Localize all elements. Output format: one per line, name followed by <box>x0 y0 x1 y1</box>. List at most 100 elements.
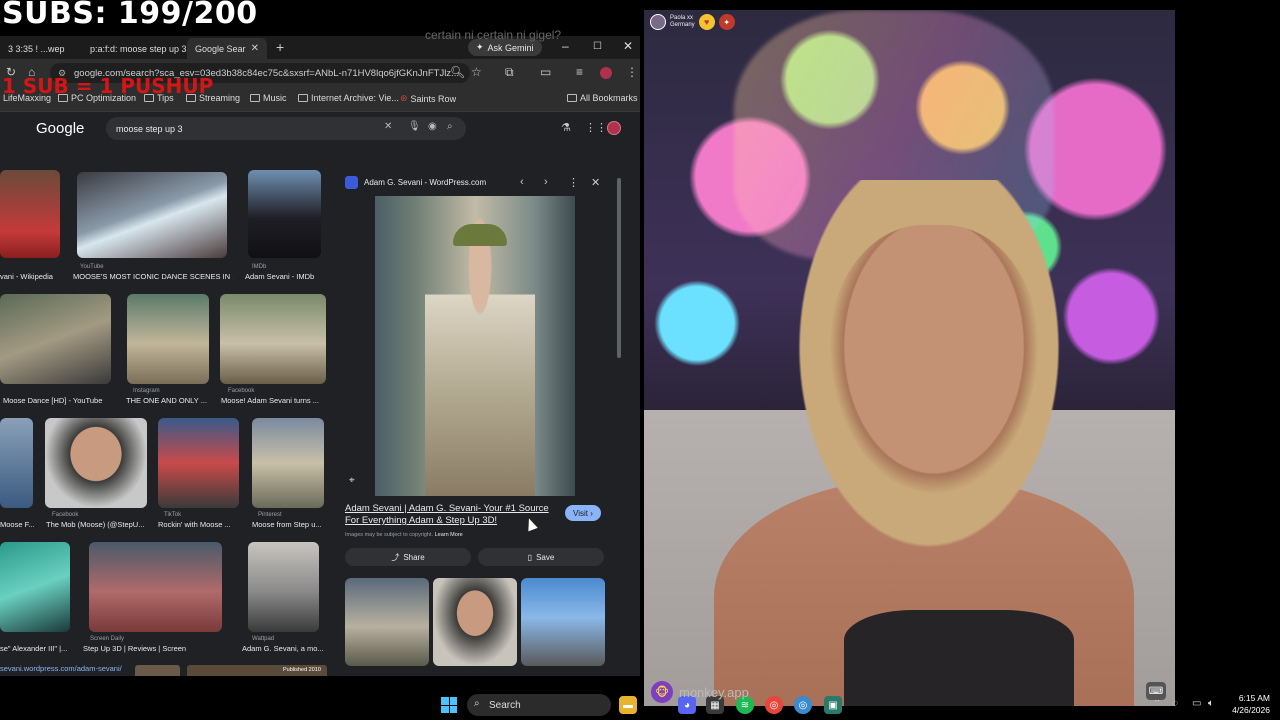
result-thumb-1[interactable] <box>0 170 60 258</box>
bookmark-label: All Bookmarks <box>580 93 638 103</box>
taskbar-search[interactable]: ⌕ Search <box>467 694 611 716</box>
scrollbar[interactable] <box>617 178 621 358</box>
result-thumb-10[interactable] <box>252 418 324 508</box>
result-title-1[interactable]: vani - Wikipedia <box>0 272 65 281</box>
close-window-icon[interactable]: ✕ <box>623 39 633 53</box>
result-title-11[interactable]: se" Alexander III" |... <box>0 644 75 653</box>
result-thumb-4[interactable] <box>0 294 111 384</box>
learn-more-link[interactable]: Learn More <box>435 532 463 538</box>
prev-icon[interactable]: ‹ <box>520 176 524 188</box>
windows-start-icon[interactable] <box>441 697 457 713</box>
next-icon[interactable]: › <box>544 176 548 188</box>
tab-3-active[interactable]: Google Sear ✕ <box>187 38 267 59</box>
result-thumb-2[interactable] <box>77 172 227 258</box>
result-title-3[interactable]: Adam Sevani - IMDb <box>245 272 325 281</box>
result-title-13[interactable]: Adam G. Sevani, a mo... <box>242 644 324 653</box>
folder-icon <box>250 94 260 102</box>
save-button[interactable]: ▯ Save <box>478 548 604 566</box>
chat-icon[interactable]: ⌨ <box>1146 682 1166 700</box>
bookmark-music[interactable]: Music <box>250 93 287 103</box>
google-search-input[interactable]: moose step up 3 ✕ 🎙︎ ◉ ⌕ <box>106 117 466 140</box>
share-label: Share <box>403 552 425 562</box>
related-thumb-3[interactable] <box>521 578 605 666</box>
bookmark-saints-row[interactable]: ⊛ Saints Row <box>400 93 456 104</box>
saints-row-icon: ⊛ <box>400 93 408 103</box>
save-label: Save <box>536 552 555 562</box>
result-thumb-11[interactable] <box>0 542 70 632</box>
labs-icon[interactable]: ⚗ <box>561 121 571 134</box>
bookmark-internet-archive[interactable]: Internet Archive: Vie... <box>298 93 399 103</box>
close-tab-icon[interactable]: ✕ <box>251 43 259 54</box>
result-title-2[interactable]: MOOSE'S MOST ICONIC DANCE SCENES IN ... <box>73 272 233 281</box>
result-title-12[interactable]: Step Up 3D | Reviews | Screen <box>83 644 223 653</box>
preview-image[interactable] <box>375 196 575 496</box>
result-title-8[interactable]: The Mob (Moose) (@StepU... <box>46 520 148 529</box>
tab-label: Google Sear <box>195 43 246 54</box>
extensions-icon[interactable]: ⧉ <box>505 65 514 80</box>
profile-avatar-icon[interactable] <box>600 67 612 79</box>
remote-user-chip[interactable]: Paola xx Germany ♥ ✦ <box>650 14 735 30</box>
volume-icon[interactable]: 🔈︎ <box>1208 698 1214 709</box>
result-thumb-8[interactable] <box>45 418 147 508</box>
menu-icon[interactable]: ⋮ <box>626 65 638 79</box>
close-preview-icon[interactable]: ✕ <box>591 176 600 189</box>
result-thumb-14[interactable] <box>135 665 180 676</box>
user-country: Germany <box>670 22 695 28</box>
result-thumb-9[interactable] <box>158 418 239 508</box>
tab-1[interactable]: 3 3:35 ! ...wep <box>0 38 80 59</box>
minimize-icon[interactable]: – <box>562 39 569 53</box>
chrome-profile-icon[interactable]: ◎ <box>794 696 812 714</box>
result-title-7[interactable]: Moose F... <box>0 520 36 529</box>
badge-icon[interactable]: ✦ <box>718 14 735 30</box>
footer-url[interactable]: sevani.wordpress.com/adam-sevani/ <box>0 664 135 673</box>
tray-app-icon[interactable]: ◌ <box>1172 698 1178 709</box>
new-tab-icon[interactable]: + <box>276 39 284 55</box>
reading-list-icon[interactable]: ≡ <box>576 65 583 79</box>
bookmark-star-icon[interactable]: ☆ <box>471 65 482 79</box>
lens-icon[interactable]: ⌖ <box>349 475 355 486</box>
screen: SUBS: 199/200 certain ni certain ni gige… <box>0 0 1280 720</box>
apps-grid-icon[interactable]: ⋮⋮ <box>585 121 607 134</box>
all-bookmarks[interactable]: All Bookmarks <box>567 93 638 103</box>
camera-icon[interactable]: ◉ <box>428 121 437 132</box>
preview-site[interactable]: Adam G. Sevani - WordPress.com <box>364 178 486 187</box>
gemini-icon: ✦ <box>476 42 484 52</box>
chrome-icon[interactable]: ◎ <box>765 696 783 714</box>
share-button[interactable]: ⤴ Share <box>345 548 471 566</box>
result-thumb-7[interactable] <box>0 418 33 508</box>
result-title-9[interactable]: Rockin' with Moose ... <box>158 520 240 529</box>
system-clock[interactable]: 6:15 AM 4/26/2026 <box>1226 692 1270 716</box>
preview-header: Adam G. Sevani - WordPress.com <box>345 176 486 189</box>
tab-2[interactable]: p:a:f:d: moose step up 3 <box>82 38 187 59</box>
zoom-icon[interactable]: 🔍︎ <box>450 65 465 79</box>
google-logo[interactable]: Google <box>36 120 84 137</box>
search-icon[interactable]: ⌕ <box>447 121 453 132</box>
result-thumb-3[interactable] <box>248 170 321 258</box>
result-source-8: Facebook <box>52 512 79 518</box>
ask-gemini-label: Ask Gemini <box>487 42 534 53</box>
taskbar-search-label: Search <box>489 699 521 711</box>
result-thumb-13[interactable] <box>248 542 319 632</box>
app2-icon[interactable]: ▣ <box>824 696 842 714</box>
file-explorer-icon[interactable]: ▬ <box>619 696 637 714</box>
result-title-4[interactable]: Moose Dance [HD] - YouTube <box>3 396 113 405</box>
result-thumb-12[interactable] <box>89 542 222 632</box>
result-thumb-5[interactable] <box>127 294 209 384</box>
bookmark-label: Music <box>263 93 287 103</box>
result-title-6[interactable]: Moose! Adam Sevani turns ... <box>221 396 326 405</box>
network-icon[interactable]: ▭ <box>1192 698 1201 709</box>
related-thumb-2[interactable] <box>433 578 517 666</box>
result-title-5[interactable]: THE ONE AND ONLY ... <box>126 396 216 405</box>
visit-button[interactable]: Visit › <box>565 505 601 521</box>
clear-icon[interactable]: ✕ <box>384 121 392 132</box>
related-thumb-1[interactable] <box>345 578 429 666</box>
mic-icon[interactable]: 🎙︎ <box>408 121 421 132</box>
result-title-10[interactable]: Moose from Step u... <box>252 520 325 529</box>
account-avatar[interactable] <box>607 121 621 135</box>
sidepanel-icon[interactable]: ▭ <box>540 65 551 79</box>
copyright-note: Images may be subject to copyright. Lear… <box>345 532 463 538</box>
heart-icon[interactable]: ♥ <box>698 14 715 30</box>
maximize-icon[interactable]: ☐ <box>593 41 602 52</box>
more-icon[interactable]: ⋮ <box>568 176 579 189</box>
result-thumb-6[interactable] <box>220 294 326 384</box>
